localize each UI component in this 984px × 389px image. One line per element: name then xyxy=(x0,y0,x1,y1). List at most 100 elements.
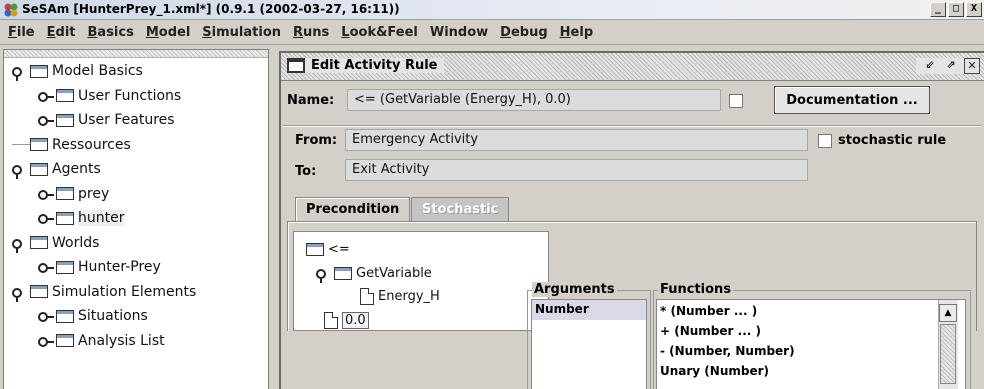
window-title-bar: SeSAm [HunterPrey_1.xml*] (0.9.1 (2002-0… xyxy=(0,0,984,20)
minimize-frame-icon[interactable]: ⇙ xyxy=(922,58,938,74)
tree-item-label: User Features xyxy=(78,112,175,128)
tree-item-user-functions[interactable]: User Functions xyxy=(38,85,181,107)
function-item[interactable]: Unary (Number) xyxy=(657,362,965,382)
minimize-button[interactable]: _ xyxy=(930,2,946,17)
name-checkbox[interactable] xyxy=(729,94,743,108)
folder-icon xyxy=(56,89,74,102)
tree-panel-grip[interactable] xyxy=(4,50,268,58)
scroll-thumb[interactable] xyxy=(940,324,956,384)
expand-handle-icon[interactable] xyxy=(38,335,54,347)
function-item[interactable]: + (Number ... ) xyxy=(657,322,965,342)
functions-scrollbar[interactable]: ▲ xyxy=(938,300,958,389)
tree-item-label: Situations xyxy=(78,308,148,324)
expr-energy-label: Energy_H xyxy=(378,288,440,304)
tree-item-label: Simulation Elements xyxy=(52,283,197,300)
collapse-handle-icon[interactable] xyxy=(12,237,28,253)
window-title: SeSAm [HunterPrey_1.xml*] (0.9.1 (2002-0… xyxy=(22,2,400,16)
sesam-app-icon xyxy=(4,3,18,17)
from-field[interactable]: Emergency Activity xyxy=(345,129,808,151)
model-tree-panel: Model Basics User Functions User Features R… xyxy=(3,49,269,389)
expr-node-energy[interactable]: Energy_H xyxy=(360,285,440,307)
tree-item-user-features[interactable]: User Features xyxy=(38,109,175,131)
expand-handle-icon[interactable] xyxy=(38,261,54,273)
expand-handle-icon[interactable] xyxy=(38,90,54,102)
function-item[interactable]: * (Number ... ) xyxy=(657,302,965,322)
to-field[interactable]: Exit Activity xyxy=(345,159,808,181)
tree-item-label: hunter xyxy=(78,210,125,226)
collapse-handle-icon[interactable] xyxy=(12,163,28,179)
menu-runs[interactable]: Runs xyxy=(287,25,335,40)
frame-title-bar[interactable]: Edit Activity Rule ⇙ ⇗ ✕ xyxy=(281,53,984,81)
folder-icon xyxy=(30,162,48,176)
menu-window[interactable]: Window xyxy=(424,25,494,40)
folder-icon xyxy=(30,236,48,249)
arguments-group: Arguments Number xyxy=(527,282,651,389)
document-icon xyxy=(324,311,338,329)
expand-handle-icon[interactable] xyxy=(38,310,54,322)
close-button[interactable]: X xyxy=(966,2,982,17)
frame-window-icon xyxy=(287,58,305,73)
expand-handle-icon[interactable] xyxy=(38,188,54,200)
expression-tree: <= GetVariable Energy_H 0.0 xyxy=(293,231,549,331)
tab-stochastic[interactable]: Stochastic xyxy=(411,197,510,221)
split-pane-divider[interactable] xyxy=(270,49,278,389)
function-item[interactable]: - (Number, Number) xyxy=(657,342,965,362)
folder-icon xyxy=(30,138,48,151)
menu-edit[interactable]: Edit xyxy=(41,25,82,40)
document-icon xyxy=(360,287,374,305)
expand-handle-icon[interactable] xyxy=(38,212,54,224)
to-label: To: xyxy=(295,164,317,179)
tree-item-situations[interactable]: Situations xyxy=(38,305,148,327)
restore-frame-icon[interactable]: ⇗ xyxy=(943,58,959,74)
menu-simulation[interactable]: Simulation xyxy=(196,25,287,40)
tree-item-analysis-list[interactable]: Analysis List xyxy=(38,330,165,352)
scroll-up-arrow-icon[interactable]: ▲ xyxy=(939,304,957,322)
maximize-button[interactable]: □ xyxy=(948,2,964,17)
tree-item-hunter-prey[interactable]: Hunter-Prey xyxy=(38,256,161,278)
close-frame-icon[interactable]: ✕ xyxy=(964,58,980,74)
tree-item-agents[interactable]: Agents xyxy=(12,158,101,180)
name-field[interactable]: <= (GetVariable (Energy_H), 0.0) xyxy=(347,89,721,111)
menu-bar: File Edit Basics Model Simulation Runs Look&Fe… xyxy=(0,21,984,45)
tree-item-label: Agents xyxy=(52,161,101,177)
menu-help[interactable]: Help xyxy=(554,25,599,40)
tree-item-ressources[interactable]: Ressources xyxy=(12,134,131,156)
functions-group: Functions * (Number ... ) + (Number ... … xyxy=(653,282,971,389)
stochastic-rule-checkbox[interactable] xyxy=(818,134,832,148)
arguments-list[interactable]: Number xyxy=(531,299,647,389)
tree-item-simulation-elements[interactable]: Simulation Elements xyxy=(12,281,196,303)
collapse-handle-icon[interactable] xyxy=(12,286,28,302)
tree-item-model-basics[interactable]: Model Basics xyxy=(12,60,143,82)
tree-item-prey[interactable]: prey xyxy=(38,183,109,205)
folder-icon xyxy=(306,242,324,256)
expand-handle-icon[interactable] xyxy=(38,114,54,126)
tree-item-worlds[interactable]: Worlds xyxy=(12,232,99,254)
tree-connector-line xyxy=(12,144,30,145)
documentation-button[interactable]: Documentation ... xyxy=(774,86,930,114)
expr-node-getvariable[interactable]: GetVariable xyxy=(316,262,432,284)
menu-debug[interactable]: Debug xyxy=(494,25,553,40)
folder-icon xyxy=(56,260,74,274)
expr-node-root[interactable]: <= xyxy=(306,238,350,260)
folder-icon xyxy=(30,64,48,78)
functions-list[interactable]: * (Number ... ) + (Number ... ) - (Numbe… xyxy=(656,299,966,389)
tab-precondition[interactable]: Precondition xyxy=(295,197,411,221)
tree-item-label: Analysis List xyxy=(78,332,165,349)
expr-getvariable-label: GetVariable xyxy=(356,265,432,281)
expr-node-constant[interactable]: 0.0 xyxy=(324,309,369,331)
folder-icon xyxy=(56,334,74,347)
collapse-handle-icon[interactable] xyxy=(12,65,28,81)
tree-item-hunter[interactable]: hunter xyxy=(38,207,125,229)
tree-item-label: Hunter-Prey xyxy=(78,259,161,275)
name-label: Name: xyxy=(287,93,335,108)
from-label: From: xyxy=(295,133,338,148)
argument-item[interactable]: Number xyxy=(532,300,646,320)
edit-activity-rule-frame: Edit Activity Rule ⇙ ⇗ ✕ Name: <= (GetVa… xyxy=(279,51,984,389)
menu-lookfeel[interactable]: Look&Feel xyxy=(335,25,424,40)
arguments-title: Arguments xyxy=(532,282,617,297)
folder-icon xyxy=(30,285,48,298)
tree-item-label: Model Basics xyxy=(52,63,143,79)
menu-basics[interactable]: Basics xyxy=(82,25,140,40)
menu-model[interactable]: Model xyxy=(140,25,196,40)
menu-file[interactable]: File xyxy=(2,25,41,40)
